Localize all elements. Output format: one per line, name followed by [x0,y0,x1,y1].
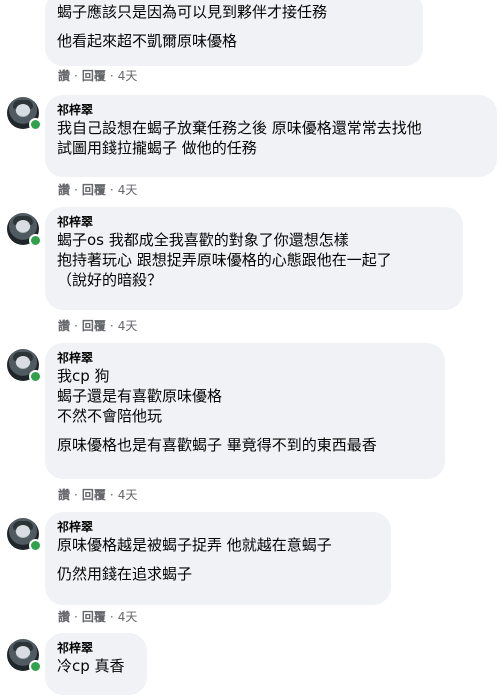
comment-text-line: 原味優格也是有喜歡蝎子 畢竟得不到的東西最香 [57,436,377,454]
comment-bubble: 祁梓翠 我自己設想在蝎子放棄任務之後 原味優格還常常去找他 試圖用錢拉攏蝎子 做… [45,95,497,177]
comment-actions: 讚 · 回覆 · 4天 [58,488,138,502]
comment-timestamp[interactable]: 4天 [118,69,138,83]
comment-text-line: 我cp 狗 [57,367,110,385]
reply-link[interactable]: 回覆 [82,319,106,333]
comment-actions: 讚 · 回覆 · 4天 [58,69,138,83]
comment-text-line: 不然不會陪他玩 [57,407,163,425]
like-link[interactable]: 讚 [58,319,70,333]
like-link[interactable]: 讚 [58,610,70,624]
reply-link[interactable]: 回覆 [82,69,106,83]
comment-bubble: 蝎子應該只是因為可以見到夥伴才接任務 他看起來超不凱爾原味優格 [45,0,423,66]
comment-timestamp[interactable]: 4天 [118,610,138,624]
comment-timestamp[interactable]: 4天 [118,183,138,197]
comment-text-line: 蝎子應該只是因為可以見到夥伴才接任務 [57,3,328,21]
online-status-dot [29,660,42,673]
comment-text-line: 蝎子還是有喜歡原味優格 [57,387,223,405]
comment-text-line: （說好的暗殺？ [57,271,163,289]
reply-link[interactable]: 回覆 [82,610,106,624]
comment-text-line: 他看起來超不凱爾原味優格 [57,32,238,50]
comment-text-line: 冷cp 真香 [57,657,125,675]
comment-text-line: 我自己設想在蝎子放棄任務之後 原味優格還常常去找他 [57,119,422,137]
like-link[interactable]: 讚 [58,183,70,197]
like-link[interactable]: 讚 [58,69,70,83]
online-status-dot [29,539,42,552]
comment-actions: 讚 · 回覆 · 4天 [58,319,138,333]
comment-author[interactable]: 祁梓翠 [57,102,485,118]
comment-actions: 讚 · 回覆 · 4天 [58,183,138,197]
comment-bubble: 祁梓翠 我cp 狗 蝎子還是有喜歡原味優格 不然不會陪他玩 原味優格也是有喜歡蝎… [45,343,445,479]
comment-bubble: 祁梓翠 冷cp 真香 [45,633,147,695]
reply-link[interactable]: 回覆 [82,183,106,197]
online-status-dot [29,234,42,247]
comment-text-line: 抱持著玩心 跟想捉弄原味優格的心態跟他在一起了 [57,251,392,269]
comment-timestamp[interactable]: 4天 [118,488,138,502]
online-status-dot [29,370,42,383]
comment-timestamp[interactable]: 4天 [118,319,138,333]
comment-author[interactable]: 祁梓翠 [57,640,135,656]
comment-text-line: 仍然用錢在追求蝎子 [57,565,193,583]
reply-link[interactable]: 回覆 [82,488,106,502]
comment-author[interactable]: 祁梓翠 [57,350,433,366]
comment-text-line: 原味優格越是被蝎子捉弄 他就越在意蝎子 [57,536,332,554]
comment-text-line: 試圖用錢拉攏蝎子 做他的任務 [57,139,257,157]
comment-actions: 讚 · 回覆 · 4天 [58,610,138,624]
comment-text-line: 蝎子os 我都成全我喜歡的對象了你還想怎樣 [57,231,349,249]
comment-bubble: 祁梓翠 蝎子os 我都成全我喜歡的對象了你還想怎樣 抱持著玩心 跟想捉弄原味優格… [45,207,463,310]
comment-author[interactable]: 祁梓翠 [57,519,379,535]
comment-author[interactable]: 祁梓翠 [57,214,451,230]
comment-bubble: 祁梓翠 原味優格越是被蝎子捉弄 他就越在意蝎子 仍然用錢在追求蝎子 [45,512,391,605]
like-link[interactable]: 讚 [58,488,70,502]
online-status-dot [29,118,42,131]
